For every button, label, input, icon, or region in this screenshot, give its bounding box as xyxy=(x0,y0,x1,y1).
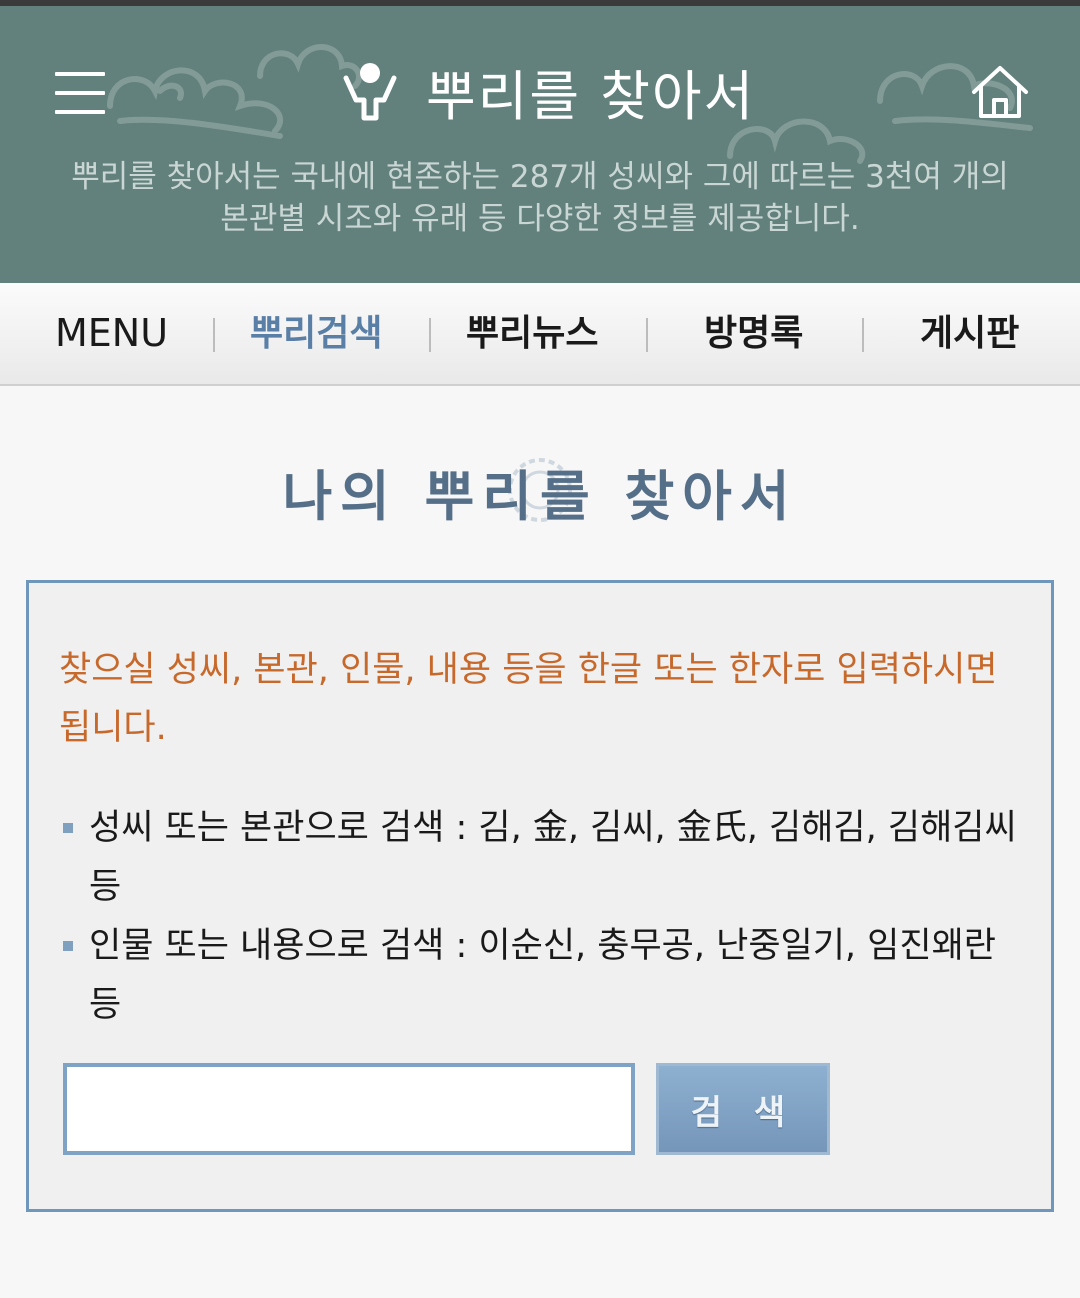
site-description: 뿌리를 찾아서는 국내에 현존하는 287개 성씨와 그에 따르는 3천여 개의… xyxy=(20,156,1060,240)
bullet-icon xyxy=(63,941,73,951)
nav-divider xyxy=(213,318,215,352)
nav-divider xyxy=(429,318,431,352)
nav-item-root-news[interactable]: 뿌리뉴스 xyxy=(466,283,598,384)
list-item: 성씨 또는 본관으로 검색 : 김, 金, 김씨, 金氏, 김해김, 김해김씨 … xyxy=(59,799,1019,917)
nav-divider xyxy=(646,318,648,352)
logo-icon xyxy=(343,63,397,121)
list-item: 인물 또는 내용으로 검색 : 이순신, 충무공, 난중일기, 임진왜란 등 xyxy=(59,917,1019,1035)
nav-item-guestbook[interactable]: 방명록 xyxy=(704,283,803,384)
search-guide-text: 찾으실 성씨, 본관, 인물, 내용 등을 한글 또는 한자로 입력하시면 됩니… xyxy=(59,650,998,748)
example-text: 인물 또는 내용으로 검색 : 이순신, 충무공, 난중일기, 임진왜란 등 xyxy=(89,926,996,1025)
description-line-1: 뿌리를 찾아서는 국내에 현존하는 287개 성씨와 그에 따르는 3천여 개의 xyxy=(71,159,1009,195)
home-icon[interactable] xyxy=(970,62,1030,122)
site-header: 뿌리를 찾아서 뿌리를 찾아서는 국내에 현존하는 287개 성씨와 그에 따르… xyxy=(0,6,1080,283)
nav-item-menu[interactable]: MENU xyxy=(55,283,168,384)
search-button[interactable]: 검 색 xyxy=(656,1063,830,1155)
site-title: 뿌리를 찾아서 xyxy=(426,64,756,128)
example-text: 성씨 또는 본관으로 검색 : 김, 金, 김씨, 金氏, 김해김, 김해김씨 … xyxy=(89,808,1017,907)
main-nav: MENU 뿌리검색 뿌리뉴스 방명록 게시판 xyxy=(0,283,1080,386)
section-title: 나의 뿌리를 찾아서 xyxy=(282,464,798,528)
search-panel: 찾으실 성씨, 본관, 인물, 내용 등을 한글 또는 한자로 입력하시면 됩니… xyxy=(26,580,1054,1212)
search-examples: 성씨 또는 본관으로 검색 : 김, 金, 김씨, 金氏, 김해김, 김해김씨 … xyxy=(59,799,1019,1035)
bullet-icon xyxy=(63,823,73,833)
nav-item-board[interactable]: 게시판 xyxy=(920,283,1019,384)
menu-icon[interactable] xyxy=(55,70,105,116)
site-brand[interactable]: 뿌리를 찾아서 xyxy=(340,56,755,128)
search-input[interactable] xyxy=(63,1063,635,1155)
nav-item-root-search[interactable]: 뿌리검색 xyxy=(250,283,382,384)
description-line-2: 본관별 시조와 유래 등 다양한 정보를 제공합니다. xyxy=(220,201,860,237)
nav-divider xyxy=(862,318,864,352)
